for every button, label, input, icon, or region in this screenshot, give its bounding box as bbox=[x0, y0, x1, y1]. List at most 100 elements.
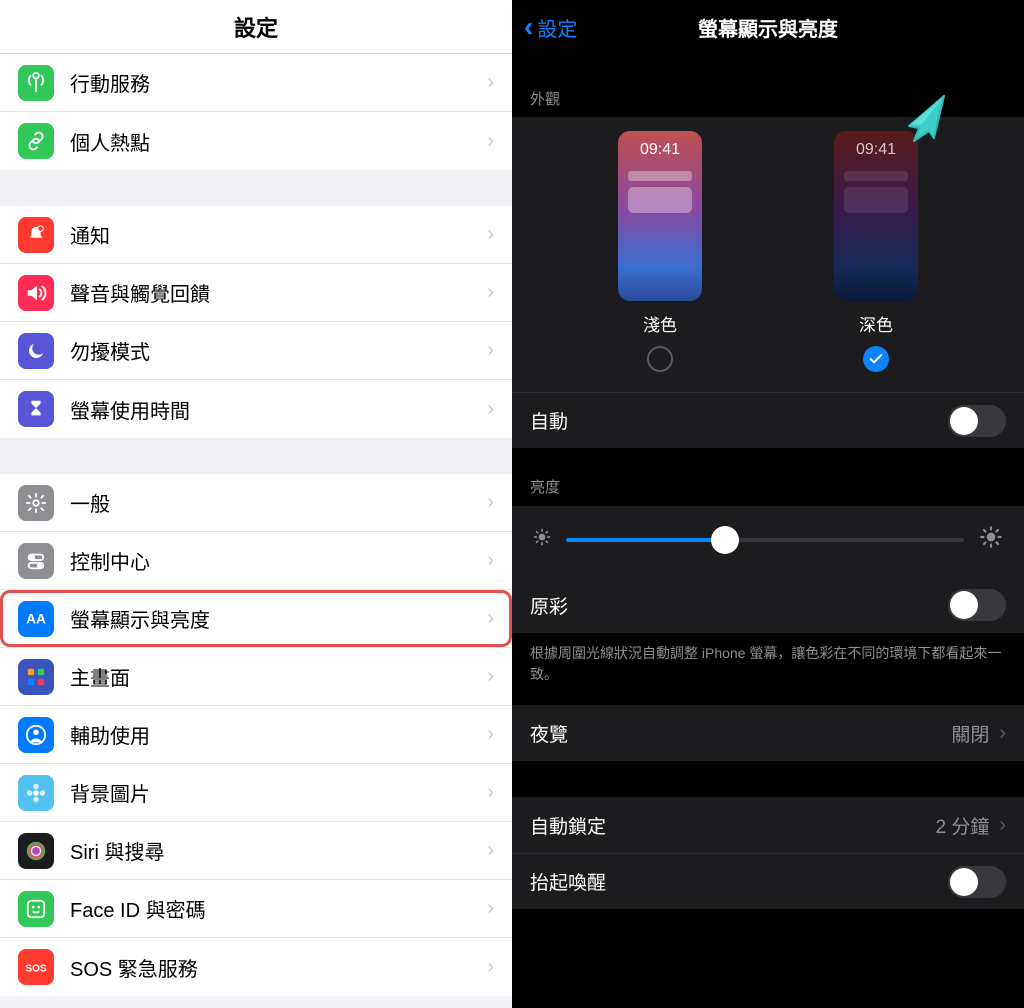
settings-row-label: 一般 bbox=[70, 488, 487, 517]
flower-icon bbox=[18, 775, 54, 811]
sun-min-icon bbox=[532, 527, 552, 552]
settings-row-general[interactable]: 一般› bbox=[0, 474, 512, 532]
auto-appearance-toggle[interactable] bbox=[948, 405, 1006, 437]
brightness-slider-row bbox=[512, 505, 1024, 577]
chevron-right-icon: › bbox=[487, 491, 494, 514]
settings-row-sounds[interactable]: 聲音與觸覺回饋› bbox=[0, 264, 512, 322]
brightness-section-label: 亮度 bbox=[512, 448, 1024, 505]
settings-row-label: 主畫面 bbox=[70, 662, 487, 691]
settings-row-label: 行動服務 bbox=[70, 68, 487, 97]
faceid-icon bbox=[18, 891, 54, 927]
display-brightness-pane: ‹ 設定 螢幕顯示與亮度 外觀 09:41 淺色 09:41 深色 自動 bbox=[512, 0, 1024, 1008]
true-tone-label: 原彩 bbox=[530, 592, 568, 619]
brightness-slider[interactable] bbox=[566, 526, 964, 554]
settings-row-label: 通知 bbox=[70, 220, 487, 249]
settings-row-accessibility[interactable]: 輔助使用› bbox=[0, 706, 512, 764]
link-icon bbox=[18, 123, 54, 159]
theme-light-preview: 09:41 bbox=[618, 131, 702, 301]
true-tone-row: 原彩 bbox=[512, 577, 1024, 633]
person-circle-icon bbox=[18, 717, 54, 753]
chevron-right-icon: › bbox=[487, 281, 494, 304]
detail-title: 螢幕顯示與亮度 bbox=[512, 13, 1024, 42]
theme-light-radio[interactable] bbox=[647, 346, 673, 372]
chevron-right-icon: › bbox=[487, 398, 494, 421]
grid-icon bbox=[18, 659, 54, 695]
moon-icon bbox=[18, 333, 54, 369]
sos-icon bbox=[18, 949, 54, 985]
theme-dark-radio[interactable] bbox=[863, 346, 889, 372]
settings-row-label: 聲音與觸覺回饋 bbox=[70, 278, 487, 307]
chevron-right-icon: › bbox=[487, 781, 494, 804]
settings-row-label: 背景圖片 bbox=[70, 778, 487, 807]
auto-appearance-label: 自動 bbox=[530, 407, 568, 434]
settings-row-siri[interactable]: Siri 與搜尋› bbox=[0, 822, 512, 880]
auto-lock-label: 自動鎖定 bbox=[530, 812, 606, 839]
settings-row-faceid[interactable]: Face ID 與密碼› bbox=[0, 880, 512, 938]
settings-row-cellular[interactable]: 行動服務› bbox=[0, 54, 512, 112]
hourglass-icon bbox=[18, 391, 54, 427]
raise-to-wake-toggle[interactable] bbox=[948, 866, 1006, 898]
theme-dark-label: 深色 bbox=[859, 311, 893, 336]
chevron-right-icon: › bbox=[487, 897, 494, 920]
preview-time: 09:41 bbox=[834, 141, 918, 159]
check-icon bbox=[868, 351, 884, 367]
back-label: 設定 bbox=[537, 13, 577, 42]
settings-row-wallpaper[interactable]: 背景圖片› bbox=[0, 764, 512, 822]
theme-dark-option[interactable]: 09:41 深色 bbox=[834, 131, 918, 372]
auto-lock-row[interactable]: 自動鎖定 2 分鐘 › bbox=[512, 797, 1024, 853]
appearance-picker: 09:41 淺色 09:41 深色 bbox=[512, 117, 1024, 392]
chevron-right-icon: › bbox=[487, 607, 494, 630]
settings-row-screentime[interactable]: 螢幕使用時間› bbox=[0, 380, 512, 438]
siri-icon bbox=[18, 833, 54, 869]
settings-row-hotspot[interactable]: 個人熱點› bbox=[0, 112, 512, 170]
true-tone-footnote: 根據周圍光線狀況自動調整 iPhone 螢幕，讓色彩在不同的環境下都看起來一致。 bbox=[512, 633, 1024, 705]
theme-light-label: 淺色 bbox=[643, 311, 677, 336]
aa-icon bbox=[18, 601, 54, 637]
sun-max-icon bbox=[978, 524, 1004, 555]
chevron-right-icon: › bbox=[487, 339, 494, 362]
chevron-right-icon: › bbox=[487, 549, 494, 572]
settings-row-sos[interactable]: SOS 緊急服務› bbox=[0, 938, 512, 996]
theme-light-option[interactable]: 09:41 淺色 bbox=[618, 131, 702, 372]
settings-row-home[interactable]: 主畫面› bbox=[0, 648, 512, 706]
settings-row-notifications[interactable]: 通知› bbox=[0, 206, 512, 264]
brightness-slider-knob[interactable] bbox=[711, 526, 739, 554]
settings-list-pane: 設定 行動服務›個人熱點›通知›聲音與觸覺回饋›勿擾模式›螢幕使用時間›一般›控… bbox=[0, 0, 512, 1008]
night-shift-row[interactable]: 夜覽 關閉 › bbox=[512, 705, 1024, 761]
settings-title: 設定 bbox=[0, 0, 512, 54]
gear-icon bbox=[18, 485, 54, 521]
chevron-right-icon: › bbox=[487, 130, 494, 153]
settings-row-label: 個人熱點 bbox=[70, 127, 487, 156]
night-shift-value: 關閉 bbox=[951, 720, 989, 747]
chevron-right-icon: › bbox=[487, 956, 494, 979]
appearance-section-label: 外觀 bbox=[512, 54, 1024, 117]
theme-dark-preview: 09:41 bbox=[834, 131, 918, 301]
settings-row-label: 螢幕使用時間 bbox=[70, 395, 487, 424]
speaker-icon bbox=[18, 275, 54, 311]
preview-time: 09:41 bbox=[618, 141, 702, 159]
chevron-right-icon: › bbox=[487, 723, 494, 746]
switches-icon bbox=[18, 543, 54, 579]
chevron-right-icon: › bbox=[487, 839, 494, 862]
chevron-right-icon: › bbox=[999, 722, 1006, 745]
raise-to-wake-row: 抬起喚醒 bbox=[512, 853, 1024, 909]
true-tone-toggle[interactable] bbox=[948, 589, 1006, 621]
back-button[interactable]: ‹ 設定 bbox=[524, 11, 577, 43]
settings-row-display[interactable]: 螢幕顯示與亮度› bbox=[0, 590, 512, 648]
detail-header: ‹ 設定 螢幕顯示與亮度 bbox=[512, 0, 1024, 54]
settings-row-label: 螢幕顯示與亮度 bbox=[70, 604, 487, 633]
chevron-right-icon: › bbox=[999, 814, 1006, 837]
settings-row-label: 輔助使用 bbox=[70, 720, 487, 749]
settings-row-label: Siri 與搜尋 bbox=[70, 836, 487, 865]
auto-lock-value: 2 分鐘 bbox=[935, 812, 989, 839]
chevron-left-icon: ‹ bbox=[524, 11, 533, 43]
settings-row-control-center[interactable]: 控制中心› bbox=[0, 532, 512, 590]
settings-row-label: SOS 緊急服務 bbox=[70, 953, 487, 982]
raise-to-wake-label: 抬起喚醒 bbox=[530, 868, 606, 895]
chevron-right-icon: › bbox=[487, 223, 494, 246]
chevron-right-icon: › bbox=[487, 71, 494, 94]
auto-appearance-row: 自動 bbox=[512, 392, 1024, 448]
settings-row-dnd[interactable]: 勿擾模式› bbox=[0, 322, 512, 380]
night-shift-label: 夜覽 bbox=[530, 720, 568, 747]
chevron-right-icon: › bbox=[487, 665, 494, 688]
